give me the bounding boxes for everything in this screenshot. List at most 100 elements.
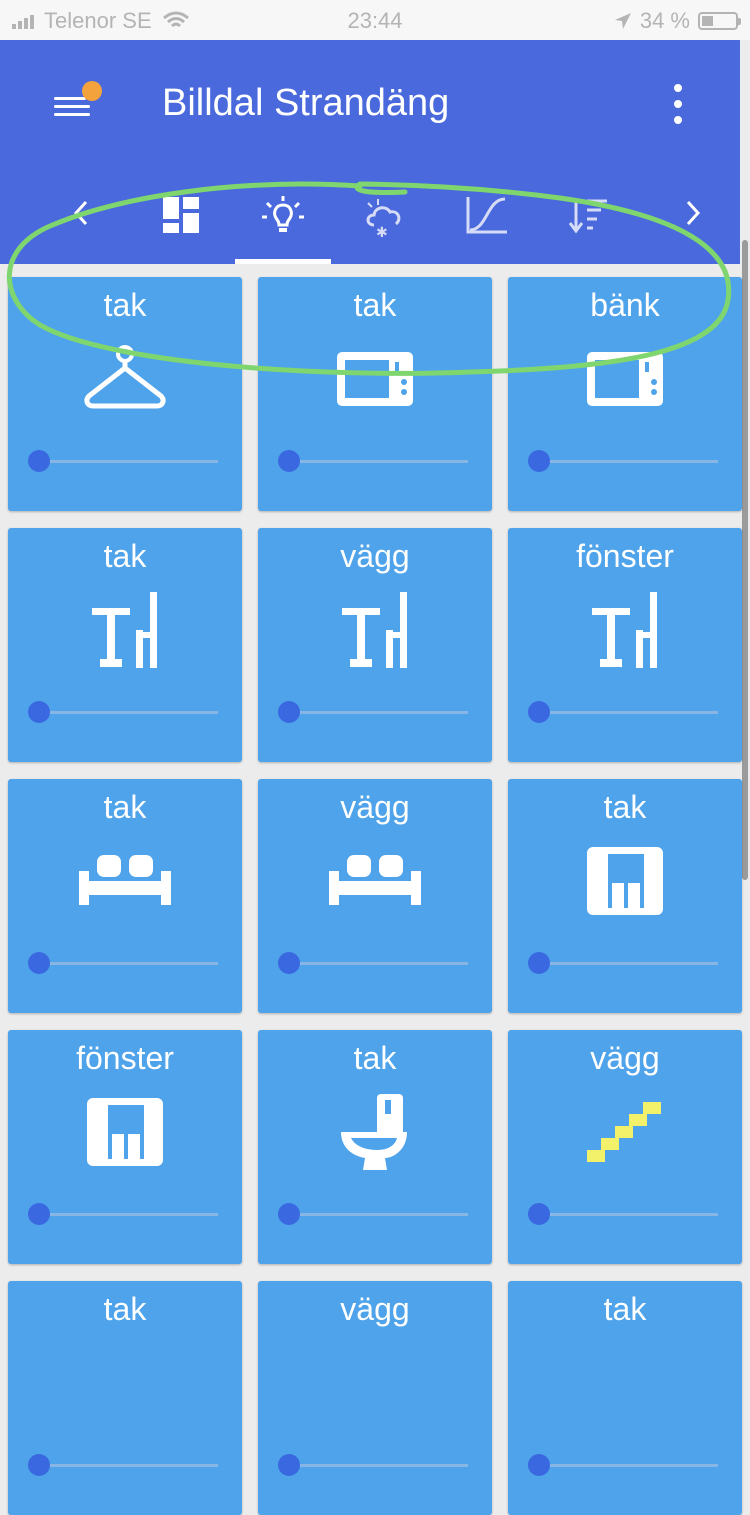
tab-bar: ✱: [0, 175, 740, 264]
status-bar: Telenor SE 23:44 34 %: [0, 0, 750, 40]
dimmer-slider[interactable]: [528, 1453, 718, 1477]
app-bar: Billdal Strandäng ✱: [0, 40, 740, 264]
slider-thumb[interactable]: [278, 450, 300, 472]
dimmer-slider[interactable]: [278, 951, 468, 975]
tile-label: tak: [103, 287, 147, 323]
slider-thumb[interactable]: [278, 1203, 300, 1225]
dimmer-slider[interactable]: [278, 1453, 468, 1477]
page-title: Billdal Strandäng: [162, 82, 450, 124]
tab-curves[interactable]: [439, 175, 535, 264]
menu-button[interactable]: [50, 81, 106, 125]
battery-percent: 34 %: [639, 8, 690, 33]
chevron-right-icon: [686, 200, 701, 226]
light-tile[interactable]: vägg: [258, 779, 492, 1013]
piano-icon: [75, 1092, 175, 1172]
tabs-prev-button[interactable]: [70, 195, 90, 238]
light-tile[interactable]: tak: [508, 1281, 742, 1515]
tab-weather[interactable]: ✱: [337, 175, 433, 264]
dimmer-slider[interactable]: [278, 700, 468, 724]
more-options-button[interactable]: [664, 84, 692, 124]
tile-label: tak: [603, 1291, 647, 1327]
location-arrow-icon: [614, 13, 631, 29]
light-tile[interactable]: tak: [508, 779, 742, 1013]
sofa-icon: [75, 841, 175, 921]
microwave-icon: [575, 339, 675, 419]
slider-thumb[interactable]: [278, 701, 300, 723]
piano-icon: [575, 841, 675, 921]
tile-label: tak: [103, 538, 147, 574]
slider-thumb[interactable]: [28, 1203, 50, 1225]
slider-thumb[interactable]: [278, 1454, 300, 1476]
light-tile[interactable]: tak: [8, 779, 242, 1013]
slider-track: [40, 711, 218, 714]
slider-thumb[interactable]: [278, 952, 300, 974]
slider-track: [540, 1213, 718, 1216]
tab-dashboard[interactable]: [133, 175, 229, 264]
dimmer-slider[interactable]: [278, 1202, 468, 1226]
tile-label: fönster: [76, 1040, 174, 1076]
tab-sort[interactable]: [541, 175, 637, 264]
sort-icon: [568, 199, 607, 234]
tabs-next-button[interactable]: [684, 195, 704, 238]
slider-track: [290, 1213, 468, 1216]
light-tile[interactable]: tak: [258, 1030, 492, 1264]
dashboard-icon: [163, 197, 199, 233]
slider-track: [40, 460, 218, 463]
hanger-icon: [75, 339, 175, 419]
dimmer-slider[interactable]: [28, 951, 218, 975]
slider-thumb[interactable]: [28, 450, 50, 472]
menu-icon-line: [54, 113, 90, 116]
more-vert-dot: [674, 116, 682, 124]
dimmer-slider[interactable]: [528, 700, 718, 724]
light-tile[interactable]: vägg: [258, 528, 492, 762]
more-vert-dot: [674, 100, 682, 108]
scrollbar[interactable]: [742, 240, 748, 880]
dimmer-slider[interactable]: [28, 700, 218, 724]
dimmer-slider[interactable]: [28, 449, 218, 473]
dimmer-slider[interactable]: [528, 449, 718, 473]
tile-label: vägg: [340, 789, 410, 825]
tile-label: tak: [353, 1040, 397, 1076]
slider-thumb[interactable]: [28, 952, 50, 974]
tile-label: tak: [603, 789, 647, 825]
sofa-icon: [325, 841, 425, 921]
slider-thumb[interactable]: [528, 952, 550, 974]
dimmer-slider[interactable]: [528, 1202, 718, 1226]
dimmer-slider[interactable]: [278, 449, 468, 473]
dimmer-slider[interactable]: [28, 1453, 218, 1477]
menu-icon-line: [54, 105, 90, 108]
light-tile[interactable]: fönster: [508, 528, 742, 762]
light-tile[interactable]: tak: [8, 1281, 242, 1515]
toilet-icon: [325, 1092, 425, 1172]
dimmer-slider[interactable]: [28, 1202, 218, 1226]
light-tile[interactable]: vägg: [508, 1030, 742, 1264]
slider-track: [290, 962, 468, 965]
light-tile[interactable]: tak: [258, 277, 492, 511]
slider-thumb[interactable]: [28, 1454, 50, 1476]
light-tile[interactable]: tak: [8, 277, 242, 511]
slider-thumb[interactable]: [528, 1454, 550, 1476]
slider-track: [540, 1464, 718, 1467]
slider-thumb[interactable]: [528, 450, 550, 472]
table-chair-icon: [575, 590, 675, 670]
slider-track: [40, 962, 218, 965]
microwave-icon: [325, 339, 425, 419]
tab-lights[interactable]: [235, 175, 331, 264]
light-tile[interactable]: tak: [8, 528, 242, 762]
tile-label: fönster: [576, 538, 674, 574]
slider-thumb[interactable]: [528, 1203, 550, 1225]
tile-label: tak: [103, 789, 147, 825]
light-tile[interactable]: vägg: [258, 1281, 492, 1515]
slider-track: [540, 460, 718, 463]
notification-badge: [82, 81, 102, 101]
tile-label: tak: [103, 1291, 147, 1327]
slider-thumb[interactable]: [528, 701, 550, 723]
tile-label: tak: [353, 287, 397, 323]
status-right: 34 %: [614, 8, 741, 34]
table-chair-icon: [325, 590, 425, 670]
dimmer-slider[interactable]: [528, 951, 718, 975]
stairs-icon: [575, 1092, 675, 1172]
light-tile[interactable]: fönster: [8, 1030, 242, 1264]
light-tile[interactable]: bänk: [508, 277, 742, 511]
slider-thumb[interactable]: [28, 701, 50, 723]
